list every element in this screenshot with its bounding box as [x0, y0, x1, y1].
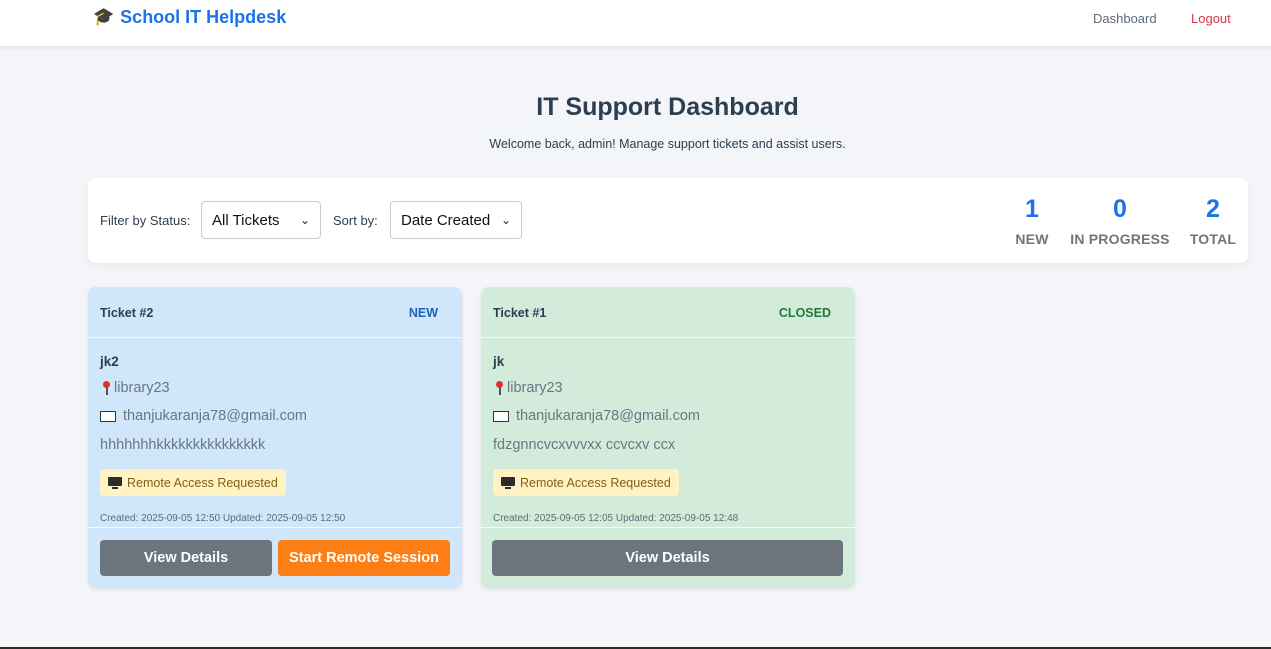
ticket-id: Ticket #1	[493, 306, 547, 320]
ticket-timestamps: Created: 2025-09-05 12:50 Updated: 2025-…	[100, 513, 346, 524]
status-badge: CLOSED	[778, 306, 831, 320]
stat-in-progress-value: 0	[1113, 195, 1127, 223]
pushpin-icon	[493, 380, 505, 396]
ticket-location-text: library23	[114, 380, 170, 396]
ticket-location-text: library23	[507, 380, 563, 396]
pushpin-icon	[100, 380, 112, 396]
top-navbar: 🎓 School IT Helpdesk Dashboard Logout	[0, 0, 1271, 46]
ticket-location: library23	[100, 380, 170, 396]
remote-access-badge-text: Remote Access Requested	[127, 475, 278, 490]
sort-value: Date Created	[401, 211, 491, 229]
ticket-card-footer	[88, 527, 462, 528]
nav-dashboard-link[interactable]: Dashboard	[1093, 11, 1157, 27]
ticket-description: hhhhhhhkkkkkkkkkkkkkkk	[100, 437, 266, 453]
ticket-card-footer	[481, 527, 855, 528]
monitor-icon	[108, 476, 122, 489]
stat-in-progress-label: IN PROGRESS	[1070, 231, 1170, 247]
ticket-card-header: Ticket #1 CLOSED	[481, 287, 855, 338]
ticket-email-text: thanjukaranja78@gmail.com	[516, 408, 700, 424]
status-filter-select[interactable]: All Tickets ⌄	[201, 201, 321, 239]
envelope-icon	[493, 410, 509, 422]
ticket-username: jk	[493, 354, 505, 369]
ticket-card: Ticket #1 CLOSED jk library23 thanjukara…	[481, 287, 855, 588]
ticket-description: fdzgnncvcxvvvxx ccvcxv ccx	[493, 437, 676, 453]
sort-select[interactable]: Date Created ⌄	[390, 201, 522, 239]
nav-logout-link[interactable]: Logout	[1191, 11, 1231, 27]
ticket-email: thanjukaranja78@gmail.com	[493, 408, 700, 424]
ticket-timestamps: Created: 2025-09-05 12:05 Updated: 2025-…	[493, 513, 739, 524]
stat-new-label: NEW	[1015, 231, 1049, 247]
stat-total-value: 2	[1206, 195, 1220, 223]
status-badge: NEW	[408, 306, 438, 320]
ticket-username: jk2	[100, 354, 119, 369]
filter-label: Filter by Status:	[100, 213, 191, 228]
envelope-icon	[100, 410, 116, 422]
ticket-email: thanjukaranja78@gmail.com	[100, 408, 307, 424]
stat-total: 2 TOTAL	[1188, 194, 1238, 247]
brand-title: School IT Helpdesk	[120, 7, 287, 27]
ticket-card-header: Ticket #2 NEW	[88, 287, 462, 338]
ticket-card: Ticket #2 NEW jk2 library23 thanjukaranj…	[88, 287, 462, 588]
status-filter-value: All Tickets	[212, 211, 280, 229]
ticket-email-text: thanjukaranja78@gmail.com	[123, 408, 307, 424]
chevron-down-icon: ⌄	[299, 213, 310, 227]
ticket-location: library23	[493, 380, 563, 396]
stat-in-progress: 0 IN PROGRESS	[1070, 194, 1170, 247]
page-subtitle: Welcome back, admin! Manage support tick…	[489, 137, 846, 151]
view-details-button[interactable]: View Details	[100, 540, 272, 576]
view-details-button[interactable]: View Details	[492, 540, 843, 576]
brand[interactable]: 🎓 School IT Helpdesk	[93, 7, 286, 27]
graduation-cap-icon: 🎓	[93, 7, 115, 26]
stat-total-label: TOTAL	[1189, 231, 1237, 247]
ticket-id: Ticket #2	[100, 306, 154, 320]
stat-new-value: 1	[1025, 195, 1039, 223]
stat-new: 1 NEW	[1012, 194, 1052, 247]
page-title: IT Support Dashboard	[536, 93, 799, 121]
monitor-icon	[501, 476, 515, 489]
remote-access-badge: Remote Access Requested	[100, 469, 286, 496]
controls-panel: Filter by Status: All Tickets ⌄ Sort by:…	[88, 178, 1248, 263]
start-remote-session-button[interactable]: Start Remote Session	[278, 540, 450, 576]
chevron-down-icon: ⌄	[500, 213, 511, 227]
remote-access-badge: Remote Access Requested	[493, 469, 679, 496]
sort-label: Sort by:	[333, 213, 378, 228]
remote-access-badge-text: Remote Access Requested	[520, 475, 671, 490]
